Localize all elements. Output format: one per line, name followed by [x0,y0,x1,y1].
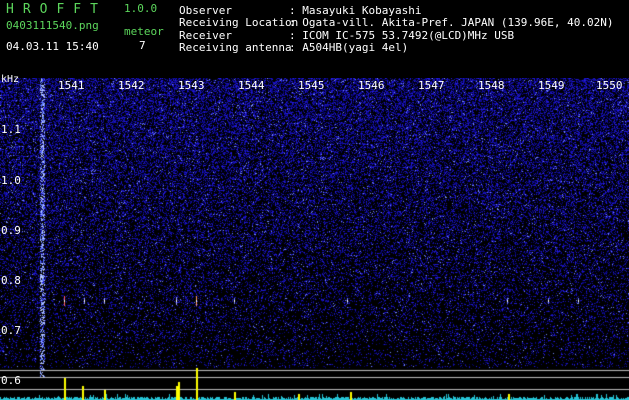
app-title: HROFFT [6,2,107,17]
time-tick: 1541 [58,79,85,92]
time-tick: 1549 [538,79,565,92]
freq-tick: 0.9 [1,224,21,237]
time-tick: 1544 [238,79,265,92]
freq-tick: 0.7 [1,324,21,337]
info-row-location: Receiving Location : Ogata-vill. Akita-P… [179,16,614,30]
time-tick: 1545 [298,79,325,92]
time-tick: 1548 [478,79,505,92]
freq-tick: 1.0 [1,174,21,187]
meteor-count: 7 [139,39,146,52]
info-row-receiver: Receiver : ICOM IC-575 53.7492(@LCD)MHz … [179,29,614,42]
axis-unit-label: kHz [1,74,20,85]
info-key: Observer [179,3,232,17]
info-key: Receiving antenna [179,41,292,55]
time-tick: 1546 [358,79,385,92]
app-version: 1.0.0 [124,2,158,15]
info-row-antenna: Receiving antenna : A504HB(yagi 4el) [179,41,614,55]
info-key: Receiver [179,28,232,42]
file-name: 0403111540.png [6,19,99,32]
time-tick: 1543 [178,79,205,92]
info-row-observer: Observer : Masayuki Kobayashi [179,4,614,17]
spectrogram-canvas [0,78,629,400]
station-info: Observer : Masayuki Kobayashi Receiving … [179,4,614,55]
file-datetime: 04.03.11 15:40 [6,40,99,53]
time-tick: 1542 [118,79,145,92]
info-value: : Ogata-vill. Akita-Pref. JAPAN (139.96E… [289,16,614,30]
freq-tick: 0.8 [1,274,21,287]
freq-tick: 0.6 [1,374,21,387]
time-tick: 1550 [596,79,623,92]
freq-tick: 1.1 [1,123,21,136]
info-key: Receiving Location [179,16,299,30]
info-value: : A504HB(yagi 4el) [289,41,409,55]
time-tick: 1547 [418,79,445,92]
info-value: : Masayuki Kobayashi [289,3,422,17]
info-value: : ICOM IC-575 53.7492(@LCD)MHz USB [289,28,515,42]
meteor-label: meteor [124,25,164,38]
header-panel: HROFFT 1.0.0 0403111540.png meteor 7 04.… [0,0,629,78]
